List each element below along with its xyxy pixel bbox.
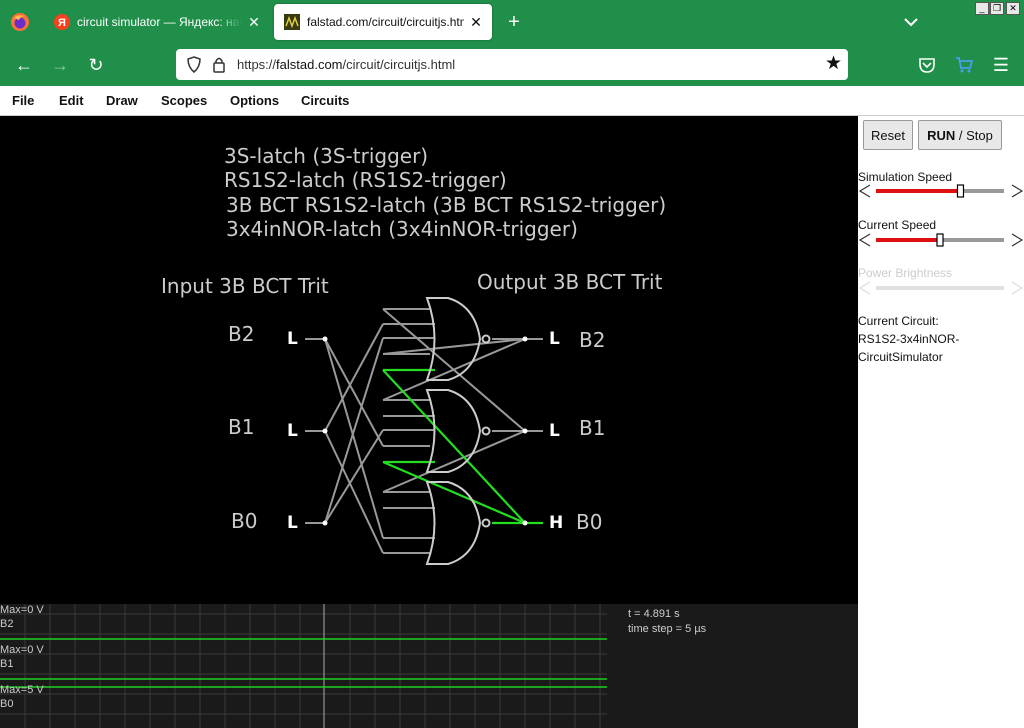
power-brightness-label: Power Brightness: [858, 266, 953, 280]
url-prefix: https://: [237, 57, 277, 72]
firefox-icon[interactable]: [10, 12, 30, 32]
tab-falstad[interactable]: falstad.com/circuit/circuitjs.html ✕: [274, 4, 492, 40]
nor-gate-b0: [425, 481, 482, 565]
run-stop-button[interactable]: RUN / Stop: [918, 120, 1002, 150]
nor-gate-b2: [425, 297, 482, 381]
new-tab-button[interactable]: +: [502, 10, 526, 34]
scope-name-b0: B0: [0, 698, 14, 710]
reset-button[interactable]: Reset: [863, 120, 913, 150]
url-host: falstad.com: [276, 57, 343, 72]
bookmark-star-icon[interactable]: ★: [825, 54, 842, 74]
slider-left-arrow-icon: [858, 233, 871, 247]
tab-title: circuit simulator — Яндекс: нашлось: [77, 15, 242, 29]
tab-title: falstad.com/circuit/circuitjs.html: [307, 15, 464, 29]
run-label: RUN: [927, 127, 956, 143]
slider-thumb: [956, 184, 965, 198]
close-window-button[interactable]: ✕: [1006, 2, 1020, 15]
slider-track: [876, 286, 1004, 290]
current-circuit-label: Current Circuit:: [858, 314, 939, 328]
url-text[interactable]: https://falstad.com/circuit/circuitjs.ht…: [237, 57, 455, 72]
browser-tab-strip: Я circuit simulator — Яндекс: нашлось ✕ …: [0, 0, 1024, 44]
menu-draw[interactable]: Draw: [106, 93, 138, 108]
slider-fill: [876, 238, 940, 242]
back-button[interactable]: ←: [11, 53, 37, 77]
current-circuit-name: RS1S2-3x4inNOR-: [858, 332, 960, 346]
scope-panel[interactable]: Max=0 V B2 Max=0 V B1 Max=5 V B0 t = 4.8…: [0, 604, 858, 728]
yandex-icon: Я: [54, 14, 70, 30]
scope-traces: [0, 638, 607, 688]
hamburger-menu-icon[interactable]: ☰: [988, 53, 1014, 77]
scope-name-b2: B2: [0, 618, 14, 630]
nor-gate-b1: [425, 389, 482, 473]
slider-left-arrow-icon: [858, 184, 871, 198]
tracking-protection-icon[interactable]: [186, 56, 202, 73]
falstad-icon: [284, 14, 300, 30]
scope-graph: [0, 604, 607, 728]
list-all-tabs-icon[interactable]: [900, 10, 922, 34]
circuit-canvas[interactable]: 3S-latch (3S-trigger) RS1S2-latch (RS1S2…: [0, 116, 858, 604]
scope-max-b1: Max=0 V: [0, 644, 44, 656]
tab-yandex-search[interactable]: Я circuit simulator — Яндекс: нашлось ✕: [44, 4, 270, 40]
forward-button[interactable]: →: [47, 53, 73, 77]
slider-right-arrow-icon: [1011, 233, 1024, 247]
scope-time: t = 4.891 s: [628, 608, 680, 620]
power-brightness-slider: [858, 281, 1024, 295]
nor-gates: [425, 297, 491, 565]
url-bar[interactable]: https://falstad.com/circuit/circuitjs.ht…: [176, 49, 848, 80]
close-tab-icon[interactable]: ✕: [242, 10, 266, 34]
scope-max-b0: Max=5 V: [0, 684, 44, 696]
slider-right-arrow-icon: [1011, 184, 1024, 198]
control-side-panel: Reset RUN / Stop Simulation Speed Curren…: [858, 116, 1024, 728]
menu-options[interactable]: Options: [230, 93, 279, 108]
url-path: /circuit/circuitjs.html: [342, 57, 456, 72]
restore-window-button[interactable]: ❐: [990, 2, 1004, 15]
scope-name-b1: B1: [0, 658, 14, 670]
reload-button[interactable]: ↻: [83, 53, 109, 77]
svg-text:Я: Я: [58, 17, 66, 29]
cart-extension-icon[interactable]: [954, 55, 974, 75]
pocket-icon[interactable]: [918, 56, 936, 74]
slider-fill: [876, 189, 961, 193]
stop-label: / Stop: [955, 127, 993, 143]
current-speed-slider[interactable]: [858, 232, 1024, 248]
circuit-schematic[interactable]: [0, 116, 858, 604]
menu-edit[interactable]: Edit: [59, 93, 84, 108]
current-circuit-name: CircuitSimulator: [858, 350, 943, 364]
menu-scopes[interactable]: Scopes: [161, 93, 207, 108]
browser-nav-bar: ← → ↻ https://falstad.com/circuit/circui…: [0, 44, 1024, 86]
menu-file[interactable]: File: [12, 93, 34, 108]
current-speed-label: Current Speed: [858, 218, 937, 232]
slider-thumb: [936, 233, 944, 247]
scope-time-step: time step = 5 µs: [628, 623, 707, 635]
slider-right-arrow-icon: [1011, 281, 1024, 295]
app-menu-bar: File Edit Draw Scopes Options Circuits: [0, 86, 1024, 116]
simulation-speed-label: Simulation Speed: [858, 170, 953, 184]
close-tab-icon[interactable]: ✕: [464, 10, 488, 34]
reset-button-label: Reset: [871, 127, 905, 143]
slider-left-arrow-icon: [858, 281, 871, 295]
minimize-window-button[interactable]: _: [975, 2, 989, 15]
menu-circuits[interactable]: Circuits: [301, 93, 349, 108]
simulation-speed-slider[interactable]: [858, 183, 1024, 199]
scope-max-b2: Max=0 V: [0, 604, 44, 616]
lock-icon[interactable]: [212, 56, 226, 73]
